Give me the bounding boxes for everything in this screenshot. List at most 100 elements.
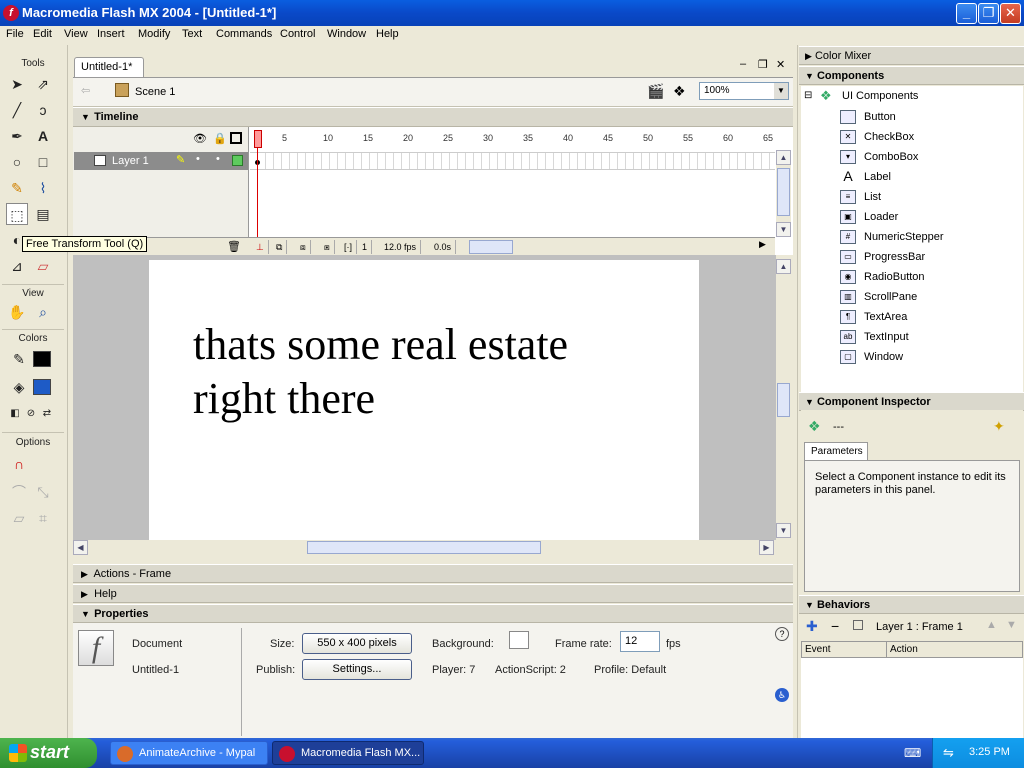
oval-tool-icon[interactable]: ○ xyxy=(6,151,28,173)
onion-outline-icon[interactable]: ⧈ xyxy=(296,240,311,254)
zoom-tool-icon[interactable]: ⌕ xyxy=(32,301,54,323)
component-item[interactable]: ≡ List xyxy=(840,190,881,208)
eye-icon[interactable]: 👁 xyxy=(193,132,207,145)
layer-outline-color[interactable] xyxy=(232,155,243,166)
component-item[interactable]: ▢ Window xyxy=(840,350,903,368)
menu-window[interactable]: Window xyxy=(327,28,366,40)
component-item[interactable]: # NumericStepper xyxy=(840,230,943,248)
component-item[interactable]: ▾ ComboBox xyxy=(840,150,918,168)
menu-text[interactable]: Text xyxy=(182,28,202,40)
rectangle-tool-icon[interactable]: □ xyxy=(32,151,54,173)
scene-label[interactable]: Scene 1 xyxy=(135,86,175,98)
timeline-hscroll-thumb[interactable] xyxy=(469,240,513,254)
pen-tool-icon[interactable]: ✒ xyxy=(6,125,28,147)
edit-multiple-icon[interactable]: ⧆ xyxy=(320,240,335,254)
move-down-icon[interactable]: ▼ xyxy=(1006,619,1017,631)
stroke-color-swatch[interactable] xyxy=(33,351,51,367)
background-color-swatch[interactable] xyxy=(509,631,529,649)
eyedropper-tool-icon[interactable]: ⊿ xyxy=(6,255,28,277)
swap-colors-icon[interactable]: ⇄ xyxy=(36,403,58,425)
component-item[interactable]: ab TextInput xyxy=(840,330,909,348)
doc-restore-icon[interactable]: ❐ xyxy=(758,58,768,71)
component-item[interactable]: Button xyxy=(840,110,896,128)
column-action[interactable]: Action xyxy=(890,644,918,655)
accessibility-icon[interactable]: ♿ xyxy=(775,688,789,702)
scroll-thumb[interactable] xyxy=(777,168,790,216)
scroll-right-icon[interactable]: ▶ xyxy=(759,540,774,555)
menu-edit[interactable]: Edit xyxy=(33,28,52,40)
taskbar-item-flash[interactable]: Macromedia Flash MX... xyxy=(272,741,424,765)
onion-markers-icon[interactable]: [·] xyxy=(340,240,357,254)
envelope-icon[interactable]: ⌗ xyxy=(32,507,54,529)
help-icon[interactable]: ? xyxy=(775,627,789,641)
hand-tool-icon[interactable]: ✋ xyxy=(6,301,28,323)
lock-dot-icon[interactable]: • xyxy=(216,153,220,165)
scroll-down-icon[interactable]: ▼ xyxy=(776,523,791,538)
pencil-tool-icon[interactable]: ✎ xyxy=(6,177,28,199)
component-item[interactable]: A Label xyxy=(840,169,891,188)
timeline-scrollbar[interactable]: ▲ ▼ xyxy=(776,150,791,237)
publish-settings-button[interactable]: Settings... xyxy=(302,659,412,680)
menu-modify[interactable]: Modify xyxy=(138,28,170,40)
component-item[interactable]: ◉ RadioButton xyxy=(840,270,925,288)
menu-view[interactable]: View xyxy=(64,28,88,40)
fill-transform-tool-icon[interactable]: ▤ xyxy=(32,203,54,225)
scroll-up-icon[interactable]: ▲ xyxy=(776,150,791,165)
help-panel-header[interactable]: ▶ Help xyxy=(73,584,793,603)
back-arrow-icon[interactable]: ⇦ xyxy=(81,84,90,97)
outline-icon[interactable] xyxy=(230,132,242,144)
visible-dot-icon[interactable]: • xyxy=(196,153,200,165)
document-tab[interactable]: Untitled-1* xyxy=(74,57,144,77)
menu-help[interactable]: Help xyxy=(376,28,399,40)
menu-insert[interactable]: Insert xyxy=(97,28,125,40)
scroll-up-icon[interactable]: ▲ xyxy=(776,259,791,274)
component-item[interactable]: ✕ CheckBox xyxy=(840,130,914,148)
scale-option-icon[interactable]: ⤡ xyxy=(32,481,54,503)
subselection-tool-icon[interactable]: ⇗ xyxy=(32,73,54,95)
distort-icon[interactable]: ▱ xyxy=(8,507,30,529)
layer-name[interactable]: Layer 1 xyxy=(112,155,149,167)
edit-scene-icon[interactable]: 🎬 xyxy=(647,83,664,100)
frame-row[interactable] xyxy=(250,152,775,170)
component-item[interactable]: ¶ TextArea xyxy=(840,310,907,328)
components-header[interactable]: ▼ Components xyxy=(799,66,1024,85)
lock-icon[interactable]: 🔒 xyxy=(213,132,227,145)
zoom-select[interactable]: 100% ▼ xyxy=(699,82,789,100)
smooth-icon[interactable]: ⌒ xyxy=(8,481,30,503)
chevron-down-icon[interactable]: ▼ xyxy=(774,83,788,99)
component-inspector-header[interactable]: ▼ Component Inspector xyxy=(799,392,1024,411)
text-tool-icon[interactable]: A xyxy=(32,125,54,147)
tree-collapse-icon[interactable]: ⊟ xyxy=(804,90,812,101)
size-button[interactable]: 550 x 400 pixels xyxy=(302,633,412,654)
scroll-down-icon[interactable]: ▼ xyxy=(776,222,791,237)
stage-horizontal-scrollbar[interactable]: ◀ ▶ xyxy=(73,540,776,556)
stage-vertical-scrollbar[interactable]: ▲ ▼ xyxy=(776,255,792,540)
scroll-thumb[interactable] xyxy=(307,541,541,554)
framerate-input[interactable]: 12 xyxy=(620,631,660,652)
layer-row[interactable]: Layer 1 ✎ • • xyxy=(74,152,248,170)
doc-close-icon[interactable]: ✕ xyxy=(776,58,785,71)
actions-panel-header[interactable]: ▶ Actions - Frame xyxy=(73,564,793,583)
onion-skin-icon[interactable]: ⧉ xyxy=(272,240,288,254)
line-tool-icon[interactable]: ╱ xyxy=(6,99,28,121)
add-behavior-icon[interactable]: ✚ xyxy=(806,618,818,635)
arrow-tool-icon[interactable]: ➤ xyxy=(6,73,28,95)
playhead[interactable] xyxy=(254,130,262,244)
timeline-header[interactable]: ▼ Timeline xyxy=(73,107,793,127)
stage-text[interactable]: thats some real estate right there xyxy=(193,318,568,426)
remove-behavior-icon[interactable]: − xyxy=(831,618,839,634)
network-icon[interactable]: ⇋ xyxy=(943,745,954,761)
doc-minimize-icon[interactable]: – xyxy=(740,58,746,70)
menu-control[interactable]: Control xyxy=(280,28,315,40)
star-icon[interactable]: ✦ xyxy=(993,418,1005,435)
delete-layer-icon[interactable]: 🗑 xyxy=(227,240,241,253)
lasso-tool-icon[interactable]: ↄ xyxy=(32,99,54,121)
tab-parameters[interactable]: Parameters xyxy=(804,442,868,461)
behaviors-header[interactable]: ▼ Behaviors xyxy=(799,595,1024,614)
close-button[interactable]: ✕ xyxy=(1000,3,1021,24)
component-item[interactable]: ▣ Loader xyxy=(840,210,898,228)
edit-symbols-icon[interactable]: ❖ xyxy=(673,83,686,100)
move-up-icon[interactable]: ▲ xyxy=(986,619,997,631)
restore-button[interactable]: ❐ xyxy=(978,3,999,24)
properties-panel-header[interactable]: ▼ Properties xyxy=(73,604,793,623)
